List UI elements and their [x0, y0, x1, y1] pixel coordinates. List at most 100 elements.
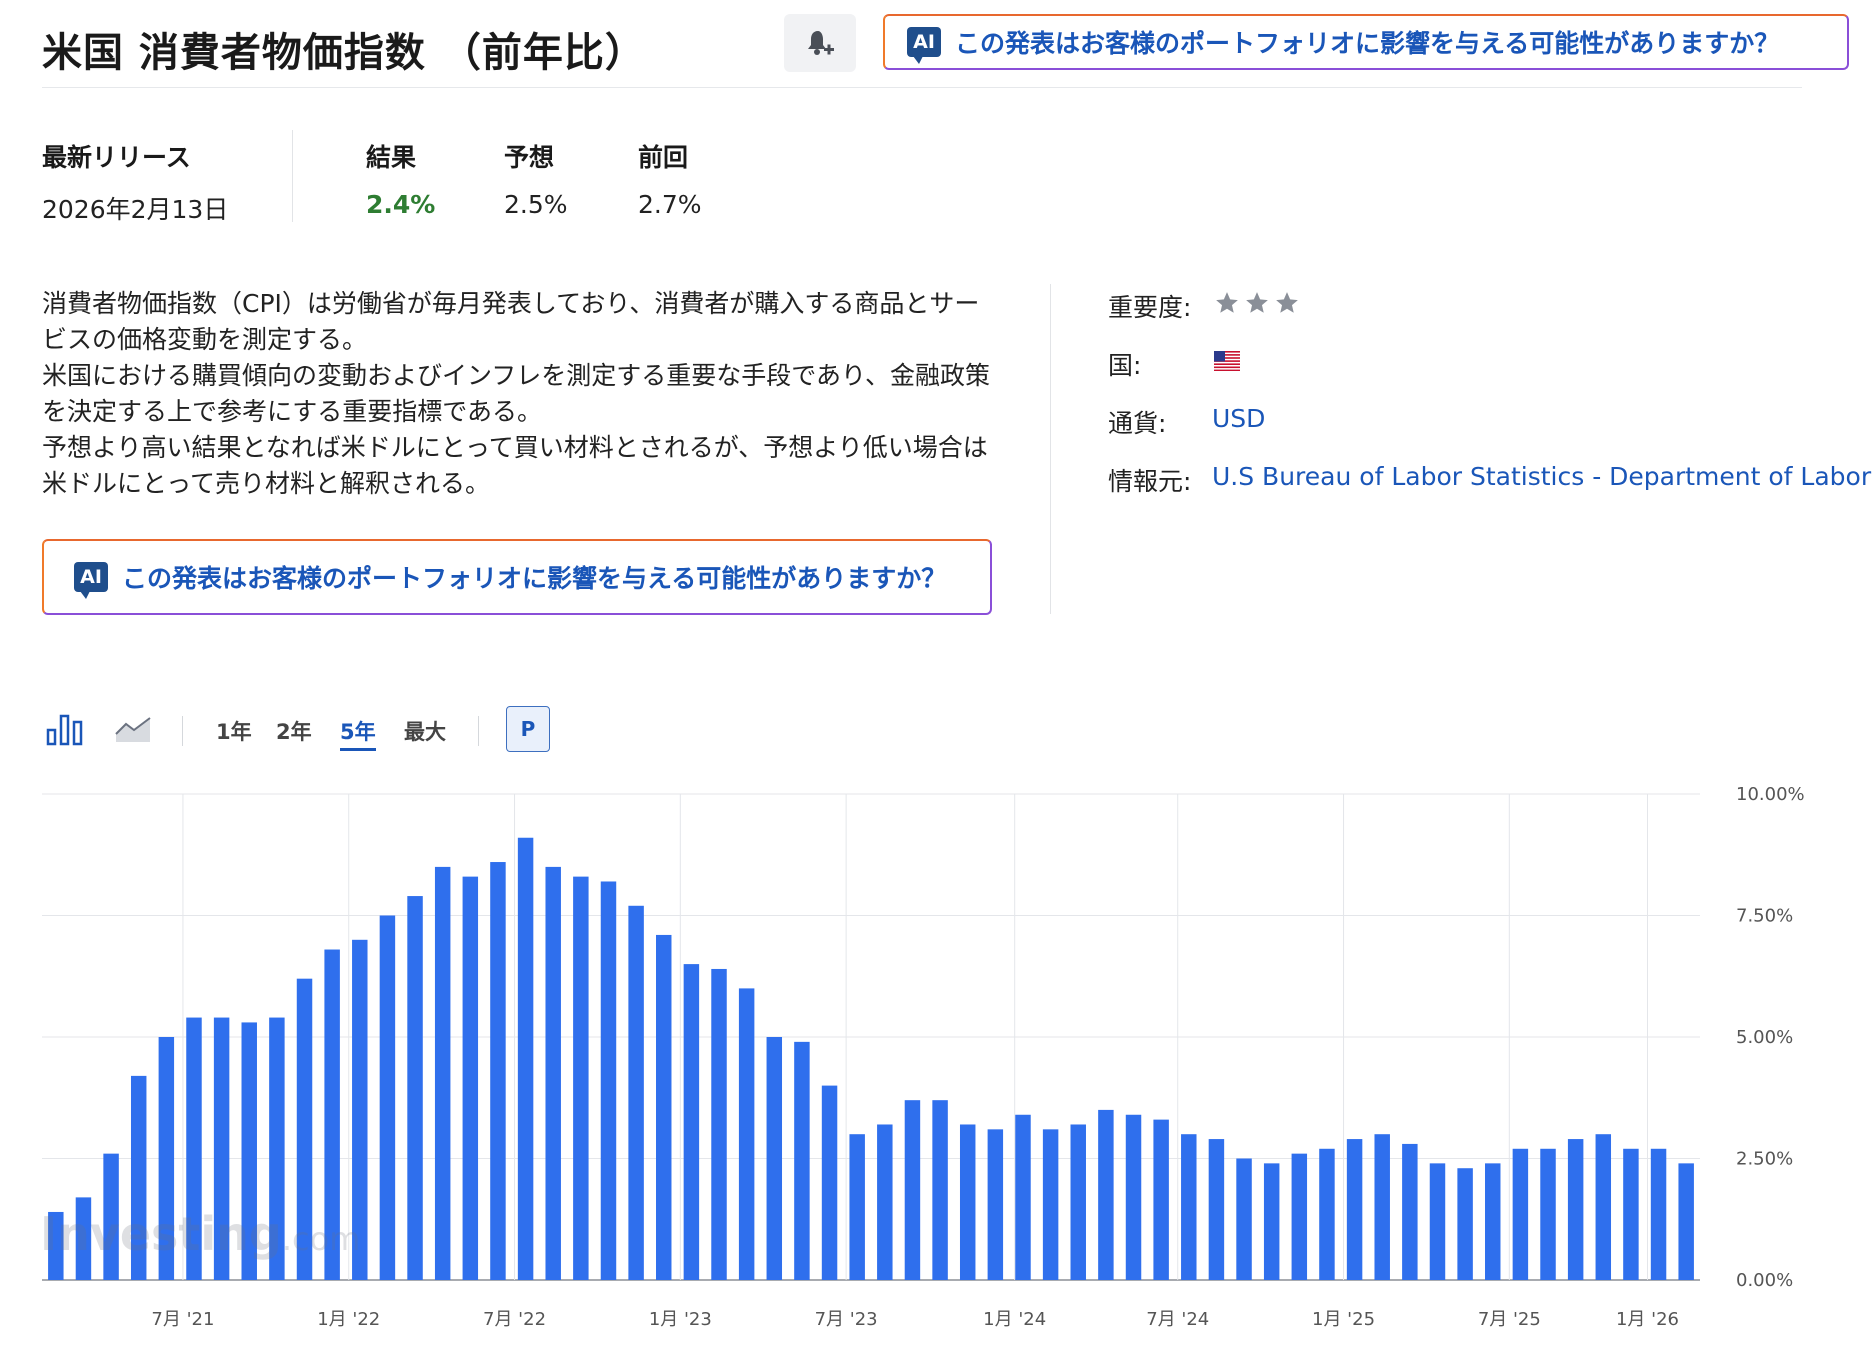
toolbar-separator	[478, 716, 479, 746]
bar[interactable]	[1263, 1163, 1280, 1280]
bar[interactable]	[1098, 1109, 1114, 1280]
actual-value: 2.4%	[366, 190, 436, 219]
y-axis-labels: 0.00% 2.50% 5.00% 7.50% 10.00%	[1736, 784, 1805, 1291]
bar[interactable]	[1402, 1143, 1418, 1280]
bar[interactable]	[766, 1037, 783, 1280]
bar[interactable]	[490, 862, 506, 1280]
bar[interactable]	[683, 964, 700, 1280]
x-tick-label: 7月 '22	[483, 1309, 546, 1330]
source-link[interactable]: U.S Bureau of Labor Statistics - Departm…	[1212, 462, 1871, 491]
page-header: 米国 消費者物価指数 （前年比） AI この発表はお客様のポートフォリオに影響を…	[42, 12, 1849, 88]
previous-label: 前回	[638, 143, 689, 172]
x-tick-label: 1月 '22	[317, 1309, 380, 1330]
bar[interactable]	[877, 1124, 893, 1280]
bar[interactable]	[1595, 1134, 1612, 1280]
bar[interactable]	[987, 1129, 1004, 1280]
bar[interactable]	[959, 1124, 976, 1280]
bar[interactable]	[1678, 1163, 1694, 1280]
bar[interactable]	[1346, 1139, 1363, 1280]
add-alert-button[interactable]	[784, 14, 856, 72]
bar[interactable]	[1236, 1158, 1252, 1281]
bar[interactable]	[1457, 1168, 1473, 1280]
bar[interactable]	[1208, 1139, 1225, 1280]
x-tick-label: 7月 '21	[151, 1309, 214, 1330]
page-title: 米国 消費者物価指数 （前年比）	[42, 30, 646, 76]
bar[interactable]	[628, 905, 644, 1280]
importance-stars	[1214, 290, 1300, 316]
x-tick-label: 1月 '25	[1312, 1309, 1375, 1330]
bar[interactable]	[904, 1100, 921, 1280]
bar[interactable]	[462, 876, 479, 1280]
bar[interactable]	[545, 866, 561, 1280]
range-max[interactable]: 最大	[404, 716, 446, 746]
bar[interactable]	[1042, 1129, 1059, 1280]
source-label: 情報元:	[1108, 467, 1192, 496]
cpi-bar-chart: 0.00%2.50%5.00%7.50%10.00% 7月 '21 1月 '22 7…	[40, 784, 1805, 1330]
currency-label: 通貨:	[1108, 409, 1167, 438]
ai-portfolio-button-top[interactable]: AI この発表はお客様のポートフォリオに影響を与える可能性がありますか？	[883, 14, 1849, 70]
bar[interactable]	[849, 1134, 865, 1280]
bar[interactable]	[1485, 1163, 1501, 1280]
description-paragraph: 予想より高い結果となれば米ドルにとって買い材料とされるが、予想より低い場合は米ド…	[42, 433, 988, 498]
bar[interactable]	[711, 968, 727, 1280]
release-divider	[292, 130, 293, 222]
bar[interactable]	[434, 866, 451, 1280]
range-5y[interactable]: 5年	[340, 716, 376, 751]
latest-release-date: 2026年2月13日	[42, 195, 229, 224]
bar[interactable]	[1540, 1148, 1556, 1280]
y-tick-label: 0.00%	[1736, 1270, 1793, 1291]
bar[interactable]	[600, 881, 617, 1280]
forecast-value: 2.5%	[504, 190, 568, 219]
bar[interactable]	[1429, 1163, 1446, 1280]
chart-bars	[48, 837, 1694, 1281]
area-chart-icon[interactable]	[114, 712, 154, 746]
x-axis-labels: 7月 '21 1月 '22 7月 '22 1月 '23 7月 '23 1月 '24 7月 '…	[151, 1309, 1679, 1330]
bar[interactable]	[1153, 1119, 1169, 1280]
bar[interactable]	[1374, 1134, 1390, 1280]
ai-badge-icon: AI	[907, 27, 941, 64]
bar[interactable]	[932, 1100, 948, 1280]
ai-portfolio-button[interactable]: AI この発表はお客様のポートフォリオに影響を与える可能性がありますか？	[42, 539, 992, 615]
bar[interactable]	[1070, 1124, 1086, 1280]
x-tick-label: 1月 '26	[1616, 1309, 1679, 1330]
bar[interactable]	[517, 837, 534, 1280]
investing-watermark: Investing.com	[40, 1207, 360, 1261]
bar[interactable]	[1650, 1148, 1667, 1280]
bar[interactable]	[1291, 1153, 1308, 1280]
bar[interactable]	[1181, 1134, 1197, 1280]
star-icon	[1216, 292, 1238, 313]
bar[interactable]	[573, 876, 589, 1280]
bar[interactable]	[794, 1041, 810, 1280]
preliminary-toggle[interactable]: P	[506, 706, 550, 752]
bar[interactable]	[1512, 1148, 1529, 1280]
actual-label: 結果	[366, 143, 417, 172]
chart-grid	[42, 793, 1700, 1281]
bar[interactable]	[1623, 1148, 1639, 1280]
range-2y[interactable]: 2年	[276, 716, 312, 746]
x-tick-label: 7月 '23	[815, 1309, 878, 1330]
x-tick-label: 1月 '24	[983, 1309, 1046, 1330]
bar[interactable]	[1125, 1114, 1142, 1280]
y-tick-label: 5.00%	[1736, 1027, 1793, 1048]
bar[interactable]	[1015, 1114, 1031, 1280]
bar[interactable]	[379, 915, 396, 1281]
currency-value[interactable]: USD	[1212, 404, 1265, 433]
chart-toolbar: 1年 2年 5年 最大 P	[42, 706, 602, 754]
bar[interactable]	[407, 896, 423, 1280]
toolbar-separator	[182, 716, 183, 746]
bar[interactable]	[821, 1085, 838, 1280]
y-tick-label: 10.00%	[1736, 784, 1805, 805]
bar[interactable]	[738, 988, 755, 1280]
y-tick-label: 2.50%	[1736, 1149, 1793, 1170]
x-tick-label: 7月 '25	[1478, 1309, 1541, 1330]
x-tick-label: 1月 '23	[649, 1309, 712, 1330]
bar[interactable]	[1567, 1139, 1584, 1280]
bar-chart-icon[interactable]	[46, 712, 86, 746]
us-flag-icon	[1214, 351, 1240, 371]
bar[interactable]	[1319, 1148, 1335, 1280]
star-icon	[1246, 292, 1268, 313]
ai-badge-icon: AI	[74, 562, 108, 599]
range-1y[interactable]: 1年	[216, 716, 252, 746]
forecast-label: 予想	[504, 143, 555, 172]
bar[interactable]	[656, 934, 672, 1280]
